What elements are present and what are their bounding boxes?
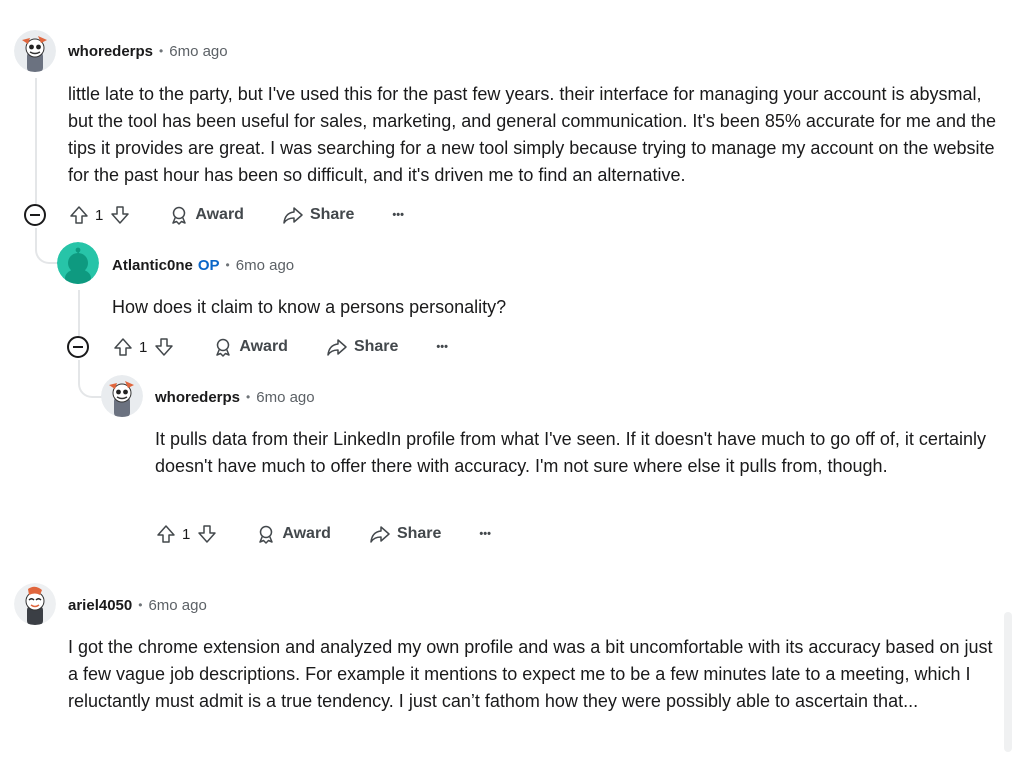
upvote-icon (70, 206, 88, 224)
share-icon (370, 526, 390, 543)
share-label: Share (396, 525, 442, 542)
award-button[interactable]: Award (256, 524, 331, 544)
username[interactable]: Atlantic0ne (112, 257, 193, 274)
more-options-button[interactable]: ••• (479, 528, 491, 540)
comment-body: How does it claim to know a persons pers… (112, 297, 507, 317)
separator-dot: • (138, 598, 143, 612)
more-options-button[interactable]: ••• (436, 341, 448, 353)
separator-dot: • (225, 258, 230, 272)
award-icon (172, 206, 187, 225)
timestamp[interactable]: 6mo ago (169, 43, 227, 60)
avatar[interactable] (14, 30, 56, 72)
comment-meta: ariel4050 • 6mo ago (68, 594, 207, 616)
award-button[interactable]: Award (213, 337, 288, 357)
reply-connector-1 (35, 228, 59, 264)
comment-body: little late to the party, but I've used … (68, 84, 996, 185)
vote-count: 1 (95, 206, 104, 224)
comment-actions: 1 Award Share ••• (155, 520, 491, 548)
downvote-button[interactable] (109, 204, 131, 226)
award-button[interactable]: Award (169, 205, 244, 225)
separator-dot: • (246, 390, 251, 404)
separator-dot: • (159, 44, 164, 58)
avatar[interactable] (101, 375, 143, 417)
share-button[interactable]: Share (369, 524, 441, 544)
share-label: Share (353, 338, 399, 355)
upvote-button[interactable] (155, 523, 177, 545)
share-icon (283, 207, 303, 224)
timestamp[interactable]: 6mo ago (148, 597, 206, 614)
comment-meta: Atlantic0ne OP • 6mo ago (112, 254, 294, 276)
thread-line-2[interactable] (78, 290, 80, 336)
downvote-icon (155, 338, 174, 356)
vote-count: 1 (139, 338, 148, 356)
comment-actions: 1 Award Share ••• (112, 333, 448, 361)
downvote-icon (111, 206, 130, 224)
comment-body: I got the chrome extension and analyzed … (68, 637, 993, 711)
timestamp[interactable]: 6mo ago (256, 389, 314, 406)
avatar[interactable] (14, 583, 56, 625)
op-badge: OP (197, 256, 220, 274)
downvote-icon (198, 525, 217, 543)
vote-count: 1 (182, 525, 191, 543)
share-icon (327, 339, 347, 356)
award-label: Award (195, 206, 244, 223)
upvote-icon (157, 525, 175, 543)
username[interactable]: ariel4050 (68, 597, 132, 614)
comment-meta: whorederps • 6mo ago (155, 386, 315, 408)
share-button[interactable]: Share (326, 337, 398, 357)
scrollbar[interactable] (1004, 612, 1012, 752)
reply-connector-2 (78, 360, 102, 398)
award-icon (259, 525, 274, 544)
award-icon (216, 338, 231, 357)
comment-body: It pulls data from their LinkedIn profil… (155, 429, 986, 476)
downvote-button[interactable] (196, 523, 218, 545)
upvote-button[interactable] (68, 204, 90, 226)
comment-actions: 1 Award Share ••• (68, 201, 404, 229)
upvote-button[interactable] (112, 336, 134, 358)
thread-line-1[interactable] (35, 78, 37, 204)
timestamp[interactable]: 6mo ago (236, 257, 294, 274)
username[interactable]: whorederps (155, 389, 240, 406)
share-button[interactable]: Share (282, 205, 354, 225)
downvote-button[interactable] (153, 336, 175, 358)
award-label: Award (282, 525, 331, 542)
collapse-thread-button[interactable] (24, 204, 46, 226)
username[interactable]: whorederps (68, 43, 153, 60)
award-label: Award (239, 338, 288, 355)
avatar[interactable] (57, 242, 99, 284)
comment-meta: whorederps • 6mo ago (68, 40, 228, 62)
more-options-button[interactable]: ••• (392, 209, 404, 221)
share-label: Share (309, 206, 355, 223)
upvote-icon (114, 338, 132, 356)
collapse-thread-button[interactable] (67, 336, 89, 358)
